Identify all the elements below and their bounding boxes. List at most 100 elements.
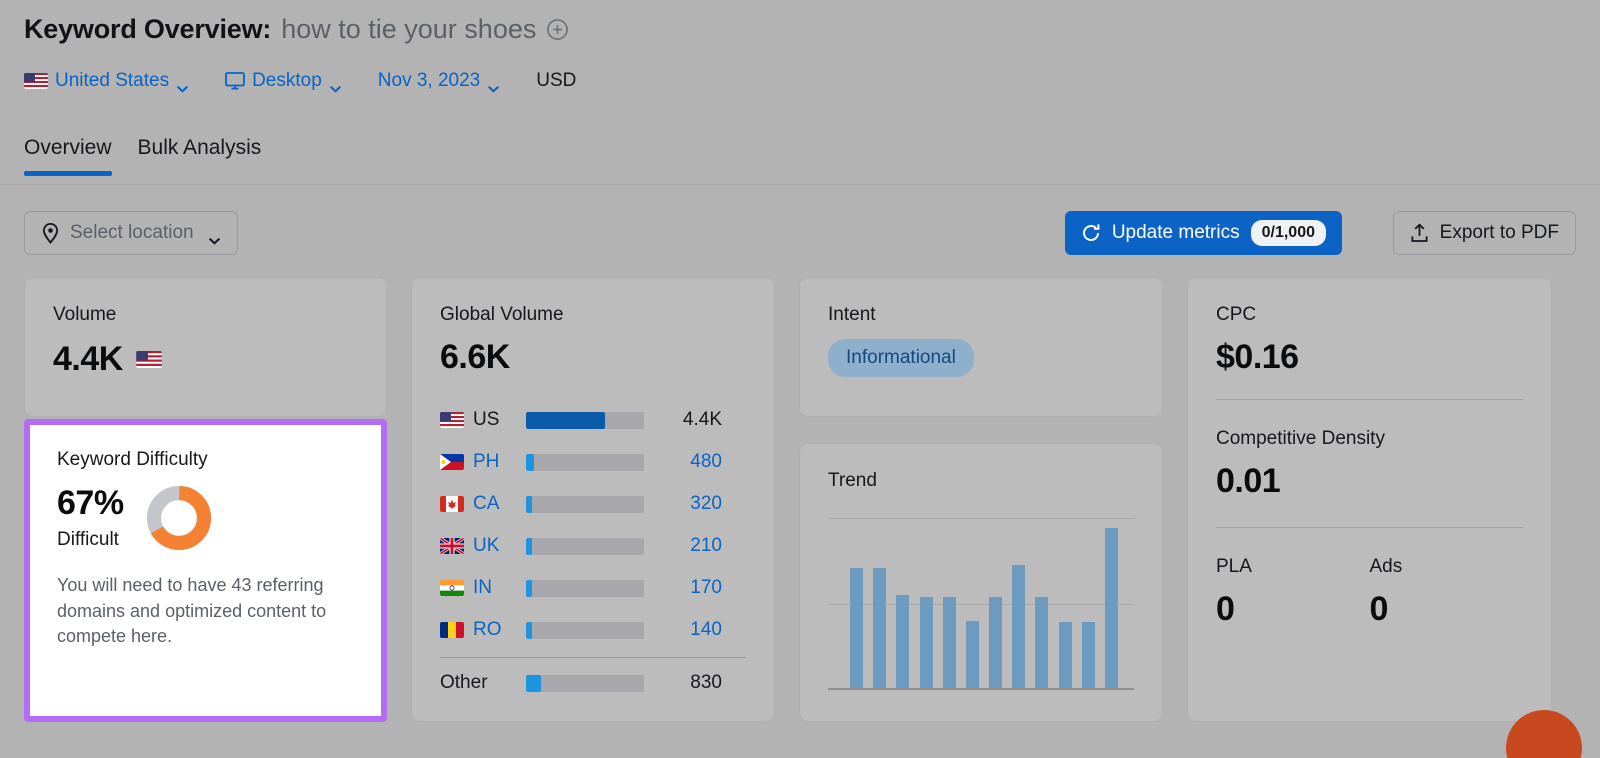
global-volume-row: RO 140 — [440, 609, 746, 651]
update-metrics-label: Update metrics — [1112, 222, 1240, 244]
global-volume-divider — [440, 657, 746, 658]
trend-bar-chart — [828, 518, 1134, 690]
date-label: Nov 3, 2023 — [378, 70, 480, 92]
cpc-label: CPC — [1216, 304, 1523, 326]
country-code-label: IN — [473, 577, 492, 599]
global-volume-value: 6.6K — [440, 338, 746, 377]
keyword-difficulty-description: You will need to have 43 referring domai… — [57, 573, 354, 650]
select-location-dropdown[interactable]: Select location — [24, 211, 238, 255]
country-code-label: US — [473, 409, 499, 431]
trend-card: Trend — [799, 443, 1163, 722]
volume-bar — [526, 454, 644, 471]
us-flag-icon — [136, 351, 162, 368]
country-volume-value[interactable]: 170 — [644, 577, 722, 599]
page-title-prefix: Keyword Overview: — [24, 14, 271, 45]
ads-metric: Ads 0 — [1370, 556, 1524, 629]
plus-circle-icon[interactable] — [546, 18, 569, 41]
trend-bar — [1012, 565, 1025, 688]
update-metrics-button[interactable]: Update metrics 0/1,000 — [1065, 211, 1342, 255]
volume-bar-fill — [526, 538, 532, 555]
page-title: Keyword Overview: how to tie your shoes — [24, 14, 569, 45]
chart-baseline — [828, 688, 1134, 690]
country-volume-value[interactable]: 140 — [644, 619, 722, 641]
ro-flag-icon — [440, 622, 464, 638]
volume-bar — [526, 622, 644, 639]
in-flag-icon — [440, 580, 464, 596]
page-title-keyword: how to tie your shoes — [281, 14, 536, 45]
intent-badge[interactable]: Informational — [828, 339, 974, 377]
tab-bulk-analysis[interactable]: Bulk Analysis — [138, 136, 262, 176]
header-filters: United States Desktop Nov 3, 2023 USD — [24, 70, 576, 92]
keyword-difficulty-percent: 67% — [57, 485, 124, 522]
other-label: Other — [440, 672, 526, 694]
country-volume-value[interactable]: 480 — [644, 451, 722, 473]
ca-flag-icon — [440, 496, 464, 512]
tab-overview[interactable]: Overview — [24, 136, 112, 176]
tab-bar: Overview Bulk Analysis — [24, 136, 261, 176]
refresh-icon — [1081, 223, 1101, 243]
ads-value: 0 — [1370, 590, 1524, 629]
volume-bar — [526, 675, 644, 692]
global-volume-row: IN 170 — [440, 567, 746, 609]
keyword-overview-page: Keyword Overview: how to tie your shoes … — [0, 0, 1600, 758]
device-label: Desktop — [252, 70, 322, 92]
volume-bar-fill — [526, 412, 605, 429]
trend-bar — [1082, 622, 1095, 688]
volume-label: Volume — [53, 304, 358, 326]
monitor-icon — [225, 72, 245, 90]
country-link-ro[interactable]: RO — [440, 619, 526, 641]
country-link-us: US — [440, 409, 526, 431]
country-link-in[interactable]: IN — [440, 577, 526, 599]
chevron-down-icon — [208, 229, 221, 237]
country-code-label: RO — [473, 619, 502, 641]
country-code-label: PH — [473, 451, 499, 473]
country-volume-value[interactable]: 320 — [644, 493, 722, 515]
us-flag-icon — [24, 73, 48, 89]
country-link-ca[interactable]: CA — [440, 493, 526, 515]
global-volume-other-row: Other830 — [440, 662, 746, 704]
global-volume-row: UK 210 — [440, 525, 746, 567]
global-volume-row: US4.4K — [440, 399, 746, 441]
trend-bar — [1035, 597, 1048, 688]
country-label: United States — [55, 70, 169, 92]
select-location-label: Select location — [70, 222, 194, 244]
date-selector[interactable]: Nov 3, 2023 — [378, 70, 500, 92]
keyword-difficulty-level: Difficult — [57, 529, 124, 551]
ads-label: Ads — [1370, 556, 1524, 578]
volume-bar — [526, 412, 644, 429]
us-flag-icon — [440, 412, 464, 428]
device-selector[interactable]: Desktop — [225, 70, 342, 92]
country-selector[interactable]: United States — [24, 70, 189, 92]
quota-badge: 0/1,000 — [1251, 220, 1326, 245]
trend-bar — [989, 597, 1002, 688]
country-volume-value[interactable]: 210 — [644, 535, 722, 557]
volume-bar — [526, 496, 644, 513]
global-volume-country-list: US4.4K PH 480 CA 320 UK 210 IN 170 RO 140 Other830 — [440, 399, 746, 704]
country-link-uk[interactable]: UK — [440, 535, 526, 557]
volume-bar-fill — [526, 454, 534, 471]
volume-value: 4.4K — [53, 340, 123, 379]
country-link-ph[interactable]: PH — [440, 451, 526, 473]
global-volume-card: Global Volume 6.6K US4.4KPH480CA320UK210… — [411, 277, 775, 722]
trend-bar — [966, 621, 979, 688]
pla-metric: PLA 0 — [1216, 556, 1370, 629]
chevron-down-icon — [487, 77, 500, 85]
chevron-down-icon — [329, 77, 342, 85]
keyword-difficulty-donut-chart — [146, 485, 212, 551]
pla-label: PLA — [1216, 556, 1370, 578]
trend-label: Trend — [828, 470, 1134, 492]
export-pdf-label: Export to PDF — [1440, 222, 1559, 244]
volume-bar — [526, 538, 644, 555]
global-volume-row: PH 480 — [440, 441, 746, 483]
upload-icon — [1410, 223, 1429, 243]
trend-bar — [1105, 528, 1118, 688]
competitive-density-label: Competitive Density — [1216, 428, 1523, 450]
location-pin-icon — [41, 222, 60, 244]
currency-label: USD — [536, 70, 576, 92]
tab-divider — [0, 184, 1600, 185]
country-code-label: UK — [473, 535, 499, 557]
trend-bar — [850, 568, 863, 688]
export-pdf-button[interactable]: Export to PDF — [1393, 211, 1576, 255]
volume-bar-fill — [526, 675, 541, 692]
cpc-value: $0.16 — [1216, 338, 1523, 377]
